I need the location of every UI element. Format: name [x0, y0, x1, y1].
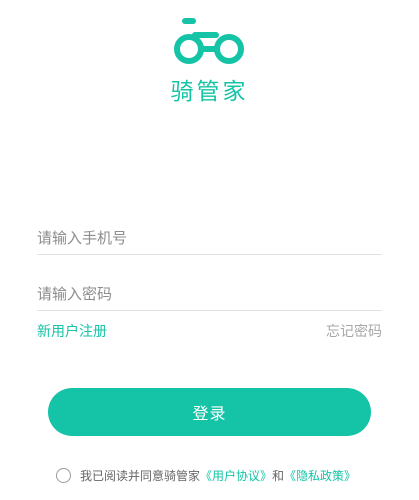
agreement-conjunction: 和 — [272, 468, 285, 483]
login-screen: 骑管家 新用户注册 忘记密码 登录 我已阅读并同意骑管家 《用户协议》 和 《隐… — [0, 0, 419, 500]
privacy-policy-link[interactable]: 《隐私政策》 — [284, 467, 356, 484]
phone-input[interactable] — [37, 224, 382, 252]
password-field-container — [37, 280, 382, 311]
register-link[interactable]: 新用户注册 — [37, 322, 107, 342]
password-input[interactable] — [37, 280, 382, 308]
agreement-checkbox[interactable] — [56, 467, 71, 483]
agreement-text: 我已阅读并同意骑管家 — [80, 468, 201, 483]
agreement-row: 我已阅读并同意骑管家 《用户协议》 和 《隐私政策》 — [56, 465, 356, 485]
bicycle-icon — [174, 18, 244, 64]
app-name: 骑管家 — [170, 79, 249, 105]
phone-field-container — [37, 224, 382, 255]
user-agreement-link[interactable]: 《用户协议》 — [200, 467, 272, 484]
login-button[interactable]: 登录 — [48, 388, 371, 436]
forgot-password-link[interactable]: 忘记密码 — [326, 322, 382, 342]
